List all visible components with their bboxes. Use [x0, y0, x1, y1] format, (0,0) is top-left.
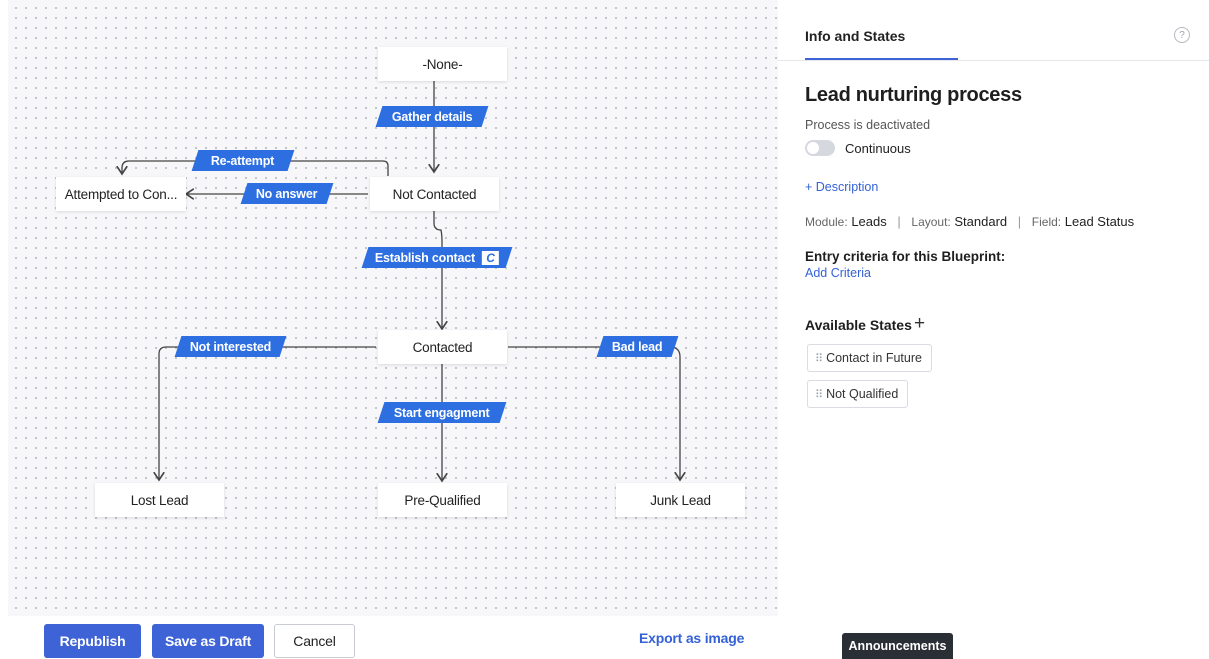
republish-button[interactable]: Republish	[44, 624, 141, 658]
save-as-draft-button[interactable]: Save as Draft	[152, 624, 264, 658]
add-state-icon[interactable]: +	[914, 314, 925, 334]
transition-label: Start engagment	[394, 405, 490, 420]
state-none[interactable]: -None-	[378, 47, 507, 81]
blueprint-canvas[interactable]: -None- Attempted to Con... Not Contacted…	[8, 0, 778, 616]
state-label: -None-	[422, 56, 463, 72]
drag-handle-icon: ⠿	[815, 352, 824, 365]
transition-start-engagment[interactable]: Start engagment	[377, 402, 507, 423]
chip-label: Contact in Future	[826, 351, 922, 365]
help-icon[interactable]: ?	[1174, 27, 1190, 43]
state-attempted-to-contact[interactable]: Attempted to Con...	[56, 177, 186, 211]
state-label: Not Contacted	[392, 186, 477, 202]
toggle-knob	[807, 142, 819, 154]
add-description-link[interactable]: + Description	[805, 180, 878, 194]
module-info: Module: Leads | Layout: Standard | Field…	[805, 214, 1134, 229]
transition-no-answer[interactable]: No answer	[240, 183, 334, 204]
tab-info-and-states[interactable]: Info and States	[805, 28, 905, 44]
add-criteria-link[interactable]: Add Criteria	[805, 266, 871, 280]
connector-not-interested	[159, 346, 376, 480]
layout-value: Standard	[954, 214, 1008, 229]
continuous-toggle-label: Continuous	[845, 141, 911, 156]
state-contacted[interactable]: Contacted	[378, 330, 507, 364]
connector-establish-contact	[433, 211, 442, 329]
layout-label: Layout:	[911, 215, 951, 229]
available-states-title: Available States	[805, 317, 912, 333]
active-tab-indicator	[805, 58, 958, 60]
tab-divider	[778, 60, 1209, 61]
state-pre-qualified[interactable]: Pre-Qualified	[378, 483, 507, 517]
separator: |	[1017, 214, 1022, 229]
state-label: Junk Lead	[650, 492, 711, 508]
process-title: Lead nurturing process	[805, 84, 1022, 106]
export-as-image-link[interactable]: Export as image	[639, 630, 744, 646]
state-lost-lead[interactable]: Lost Lead	[95, 483, 224, 517]
info-panel: Info and States ? Lead nurturing process…	[778, 0, 1209, 657]
continuous-toggle[interactable]	[805, 140, 835, 156]
announcements-button[interactable]: Announcements	[842, 633, 953, 659]
transition-label: Not interested	[189, 339, 272, 354]
available-state-chip[interactable]: ⠿ Not Qualified	[807, 380, 909, 408]
state-label: Attempted to Con...	[64, 186, 178, 202]
field-value: Lead Status	[1064, 214, 1135, 229]
transition-establish-contact[interactable]: Establish contact C	[361, 247, 513, 268]
transition-label: Re-attempt	[211, 153, 275, 168]
module-label: Module:	[805, 215, 848, 229]
state-label: Contacted	[412, 339, 473, 355]
transition-not-interested[interactable]: Not interested	[174, 336, 287, 357]
transition-re-attempt[interactable]: Re-attempt	[191, 150, 295, 171]
field-label: Field:	[1031, 215, 1062, 229]
chip-label: Not Qualified	[826, 387, 899, 401]
transition-bad-lead[interactable]: Bad lead	[596, 336, 679, 357]
connector-bad-lead	[508, 346, 680, 480]
conditional-badge: C	[482, 250, 500, 265]
transition-gather-details[interactable]: Gather details	[375, 106, 489, 127]
state-junk-lead[interactable]: Junk Lead	[616, 483, 745, 517]
transition-label: Establish contact	[374, 250, 476, 265]
process-status: Process is deactivated	[805, 118, 931, 132]
transition-label: Bad lead	[612, 339, 663, 354]
state-not-contacted[interactable]: Not Contacted	[370, 177, 499, 211]
transition-label: Gather details	[391, 109, 473, 124]
cancel-button[interactable]: Cancel	[274, 624, 355, 658]
entry-criteria-title: Entry criteria for this Blueprint:	[805, 249, 1006, 264]
transition-label: No answer	[256, 186, 318, 201]
state-label: Pre-Qualified	[404, 492, 481, 508]
available-state-chip[interactable]: ⠿ Contact in Future	[807, 344, 932, 372]
transition-connectors	[8, 80, 778, 616]
separator: |	[897, 214, 901, 229]
state-label: Lost Lead	[130, 492, 189, 508]
module-value: Leads	[851, 214, 887, 229]
drag-handle-icon: ⠿	[815, 388, 824, 401]
